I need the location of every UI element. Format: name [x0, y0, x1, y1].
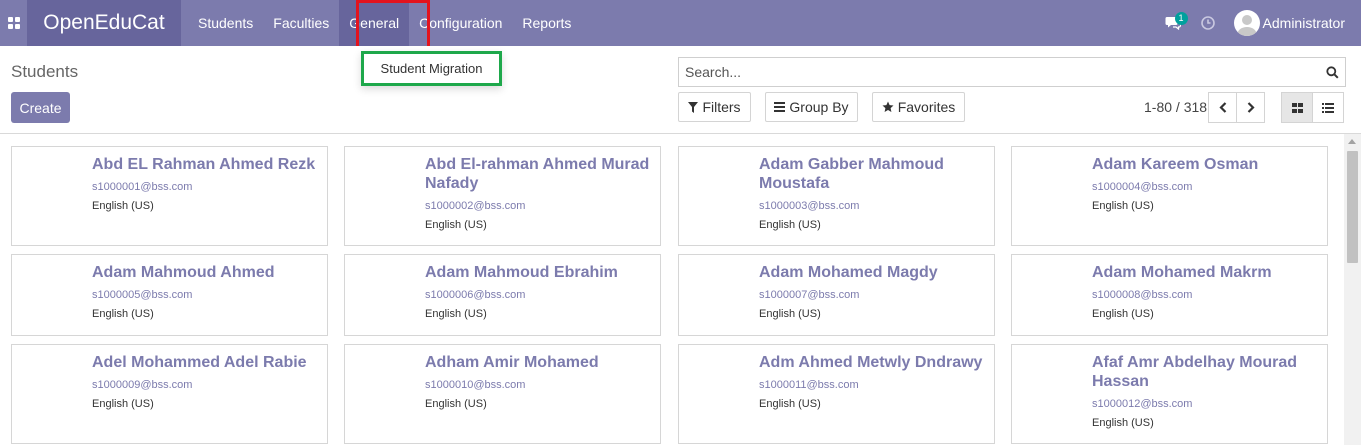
student-email: s1000012@bss.com [1092, 398, 1193, 410]
student-name: Abd El-rahman Ahmed Murad Nafady [425, 156, 650, 192]
user-avatar-icon [1236, 15, 1257, 36]
menu-configuration[interactable]: Configuration [409, 0, 512, 46]
student-card[interactable]: Adham Amir Mohamed s1000010@bss.com Engl… [344, 344, 661, 444]
student-language: English (US) [1092, 200, 1154, 212]
pager-value[interactable]: 1-80 / 318 [1144, 99, 1207, 115]
student-card[interactable]: Adam Mohamed Makrm s1000008@bss.com Engl… [1011, 254, 1328, 336]
student-name: Adam Mohamed Makrm [1092, 264, 1272, 281]
messaging-button[interactable]: 1 [1158, 0, 1188, 46]
student-card[interactable]: Abd El-rahman Ahmed Murad Nafady s100000… [344, 146, 661, 246]
menu-reports[interactable]: Reports [512, 0, 581, 46]
pager-next-button[interactable] [1236, 92, 1265, 123]
kanban-grid-icon [1291, 102, 1303, 113]
control-panel: Students Create Filters Group By Favorit… [0, 46, 1361, 134]
student-name: Afaf Amr Abdelhay Mourad Hassan [1092, 354, 1298, 390]
group-by-label: Group By [789, 99, 849, 115]
student-language: English (US) [92, 308, 154, 320]
filters-label: Filters [702, 99, 741, 115]
student-name: Adham Amir Mohamed [425, 354, 599, 371]
clock-icon [1200, 16, 1215, 30]
general-dropdown-menu: Student Migration [361, 51, 502, 86]
student-language: English (US) [759, 219, 821, 231]
pager-previous-button[interactable] [1208, 92, 1237, 123]
filter-icon [688, 101, 699, 113]
bars-icon [774, 102, 786, 112]
student-language: English (US) [425, 398, 487, 410]
student-email: s1000001@bss.com [92, 181, 193, 193]
student-language: English (US) [1092, 417, 1154, 429]
filters-button[interactable]: Filters [678, 92, 751, 122]
student-name: Adm Ahmed Metwly Dndrawy [759, 354, 983, 371]
kanban-view-button[interactable] [1281, 92, 1313, 123]
star-icon [882, 101, 894, 112]
student-name: Adam Gabber Mahmoud Moustafa [759, 156, 944, 192]
student-email: s1000008@bss.com [1092, 289, 1193, 301]
scrollbar-thumb[interactable] [1347, 151, 1358, 263]
student-language: English (US) [759, 308, 821, 320]
search-bar [678, 57, 1346, 87]
student-name: Adam Mahmoud Ahmed [92, 264, 275, 281]
student-card[interactable]: Adam Mahmoud Ebrahim s1000006@bss.com En… [344, 254, 661, 336]
search-input[interactable] [679, 64, 1319, 80]
student-name: Abd EL Rahman Ahmed Rezk [92, 156, 316, 173]
menu-faculties[interactable]: Faculties [263, 0, 339, 46]
student-card[interactable]: Adm Ahmed Metwly Dndrawy s1000011@bss.co… [678, 344, 995, 444]
student-email: s1000010@bss.com [425, 379, 526, 391]
avatar [1233, 10, 1260, 36]
apps-menu-button[interactable] [0, 0, 27, 46]
group-by-button[interactable]: Group By [765, 92, 858, 122]
student-language: English (US) [425, 219, 487, 231]
student-name: Adel Mohammed Adel Rabie [92, 354, 307, 371]
favorites-label: Favorites [897, 99, 956, 115]
student-card[interactable]: Adam Mahmoud Ahmed s1000005@bss.com Engl… [11, 254, 328, 336]
student-email: s1000006@bss.com [425, 289, 526, 301]
student-name: Adam Mahmoud Ebrahim [425, 264, 618, 281]
menu-item-student-migration[interactable]: Student Migration [381, 61, 483, 76]
student-card[interactable]: Adam Gabber Mahmoud Moustafa s1000003@bs… [678, 146, 995, 246]
student-email: s1000005@bss.com [92, 289, 193, 301]
student-card[interactable]: Adel Mohammed Adel Rabie s1000009@bss.co… [11, 344, 328, 444]
student-card[interactable]: Adam Mohamed Magdy s1000007@bss.com Engl… [678, 254, 995, 336]
vertical-scrollbar[interactable] [1344, 134, 1361, 445]
student-name: Adam Mohamed Magdy [759, 264, 938, 281]
student-email: s1000003@bss.com [759, 200, 860, 212]
student-card[interactable]: Abd EL Rahman Ahmed Rezk s1000001@bss.co… [11, 146, 328, 246]
student-card[interactable]: Afaf Amr Abdelhay Mourad Hassan s1000012… [1011, 344, 1328, 444]
student-language: English (US) [92, 200, 154, 212]
student-email: s1000004@bss.com [1092, 181, 1193, 193]
message-count-badge: 1 [1174, 12, 1188, 25]
list-view-button[interactable] [1312, 92, 1344, 123]
menu-students[interactable]: Students [188, 0, 263, 46]
user-menu[interactable]: Administrator [1228, 0, 1361, 46]
student-language: English (US) [92, 398, 154, 410]
activity-button[interactable] [1188, 0, 1228, 46]
brand-logo[interactable]: OpenEduCat [27, 0, 181, 46]
navbar-systray: 1 Administrator [1158, 0, 1361, 46]
top-navbar: OpenEduCat Students Faculties General Co… [0, 0, 1361, 46]
scroll-up-arrow-icon[interactable] [1348, 139, 1356, 144]
favorites-button[interactable]: Favorites [872, 92, 965, 122]
student-email: s1000011@bss.com [759, 379, 859, 391]
search-icon[interactable] [1319, 65, 1345, 79]
chevron-right-icon [1247, 102, 1255, 113]
student-name: Adam Kareem Osman [1092, 156, 1259, 173]
student-language: English (US) [759, 398, 821, 410]
student-card[interactable]: Adam Kareem Osman s1000004@bss.com Engli… [1011, 146, 1328, 246]
kanban-view: Abd EL Rahman Ahmed Rezk s1000001@bss.co… [0, 134, 1344, 445]
student-language: English (US) [425, 308, 487, 320]
user-name: Administrator [1262, 15, 1345, 31]
apps-grid-icon [7, 17, 20, 29]
list-icon [1322, 102, 1334, 113]
menu-general[interactable]: General [339, 0, 410, 46]
chevron-left-icon [1218, 102, 1226, 113]
student-email: s1000009@bss.com [92, 379, 193, 391]
student-language: English (US) [1092, 308, 1154, 320]
student-email: s1000002@bss.com [425, 200, 526, 212]
main-menu: Students Faculties General Configuration… [188, 0, 581, 46]
create-button[interactable]: Create [11, 92, 70, 123]
page-title: Students [11, 62, 79, 81]
student-email: s1000007@bss.com [759, 289, 860, 301]
